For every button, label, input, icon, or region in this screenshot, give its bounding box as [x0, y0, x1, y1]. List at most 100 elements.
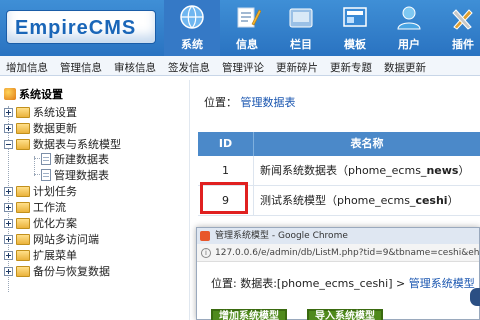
row-name-end: ）: [458, 164, 470, 177]
sidebar-item-label: 新建数据表: [54, 153, 109, 166]
info-icon[interactable]: i: [201, 248, 211, 258]
top-header: EmpireCMS 系统 信息 栏目 模板 用户 插件: [0, 0, 480, 56]
chrome-popup-window: 管理系统模型 - Google Chrome i 127.0.0.6/e/adm…: [196, 227, 480, 320]
popup-breadcrumb-link[interactable]: 管理系统模型: [409, 277, 475, 290]
empirecms-logo[interactable]: EmpireCMS: [6, 10, 156, 44]
tree-line: [34, 156, 35, 176]
sidebar-item-manage-tables[interactable]: 管理数据表: [41, 167, 109, 183]
sidebar-item-label: 备份与恢复数据: [33, 265, 110, 278]
tab-data-update[interactable]: 数据更新: [378, 56, 432, 75]
edit-icon: [237, 7, 261, 28]
popup-address-bar[interactable]: i 127.0.0.6/e/admin/db/ListM.php?tid=9&t…: [197, 244, 479, 262]
folder-icon: [16, 233, 30, 245]
expand-icon[interactable]: [4, 123, 13, 133]
nav-plugin[interactable]: 插件: [436, 0, 480, 56]
add-model-button[interactable]: 增加系统模型: [211, 309, 287, 320]
nav-label: 模板: [344, 38, 366, 51]
nav-label: 信息: [236, 38, 258, 51]
expand-icon[interactable]: [4, 218, 13, 228]
sidebar-item-multi-access[interactable]: 网站多访问端: [4, 231, 99, 247]
expand-icon[interactable]: [4, 202, 13, 212]
breadcrumb: 位置： 管理数据表: [204, 94, 296, 110]
expand-icon[interactable]: [4, 186, 13, 196]
row-name-bold: news: [426, 164, 459, 177]
sidebar-item-backup-restore[interactable]: 备份与恢复数据: [4, 263, 110, 279]
sidebar-item-label: 系统设置: [33, 106, 77, 119]
sidebar-item-extend-menu[interactable]: 扩展菜单: [4, 247, 77, 263]
favicon-icon: [200, 231, 210, 241]
tab-manage-info[interactable]: 管理信息: [54, 56, 108, 75]
expand-icon[interactable]: [4, 234, 13, 244]
nav-system[interactable]: 系统: [164, 0, 220, 56]
tab-sign-info[interactable]: 签发信息: [162, 56, 216, 75]
sidebar-tree: 系统设置 系统设置 数据更新 数据表与系统模型 新建数据表 管理数据表 计划任务…: [0, 80, 190, 320]
nav-label: 用户: [398, 38, 420, 51]
folder-icon: [16, 217, 30, 229]
popup-url: 127.0.0.6/e/admin/db/ListM.php?tid=9&tbn…: [215, 248, 479, 258]
sidebar-item-label: 管理数据表: [54, 169, 109, 182]
globe-icon: [180, 5, 204, 29]
nav-template[interactable]: 模板: [328, 0, 382, 56]
popup-titlebar[interactable]: 管理系统模型 - Google Chrome: [197, 228, 479, 244]
folder-icon: [16, 122, 30, 134]
row-name-text: 新闻系统数据表（phome_ecms_: [260, 164, 427, 177]
nav-column[interactable]: 栏目: [274, 0, 328, 56]
app-window: EmpireCMS 系统 信息 栏目 模板 用户 插件 增加信息 管理信息 审核…: [0, 0, 480, 320]
row-name[interactable]: 新闻系统数据表（phome_ecms_news）: [260, 156, 469, 186]
tab-update-fragments[interactable]: 更新碎片: [270, 56, 324, 75]
tools-icon: [452, 9, 473, 30]
tab-review-info[interactable]: 审核信息: [108, 56, 162, 75]
tab-manage-comments[interactable]: 管理评论: [216, 56, 270, 75]
row-name-bold: ceshi: [415, 194, 448, 207]
row-name-text: 测试系统模型（phome_ecms_: [260, 194, 416, 207]
import-model-button[interactable]: 导入系统模型: [307, 309, 383, 320]
breadcrumb-label: 位置：: [204, 96, 237, 109]
sidebar-item-label: 网站多访问端: [33, 233, 99, 246]
sidebar-item-optimization[interactable]: 优化方案: [4, 215, 77, 231]
quick-menu: 增加信息 管理信息 审核信息 签发信息 管理评论 更新碎片 更新专题 数据更新: [0, 56, 480, 76]
side-scroll-handle[interactable]: [470, 288, 480, 306]
expand-icon[interactable]: [4, 250, 13, 260]
sidebar-item-new-table[interactable]: 新建数据表: [41, 151, 109, 167]
folder-icon: [289, 8, 313, 28]
tab-update-topics[interactable]: 更新专题: [324, 56, 378, 75]
expand-icon[interactable]: [4, 107, 13, 117]
top-nav: 系统 信息 栏目 模板 用户 插件: [164, 0, 480, 56]
document-icon: [41, 169, 51, 181]
sidebar-item-system-settings[interactable]: 系统设置: [4, 104, 77, 120]
document-icon: [41, 153, 51, 165]
folder-icon: [16, 106, 30, 118]
sidebar-item-label: 数据表与系统模型: [33, 138, 121, 151]
sidebar-item-data-update[interactable]: 数据更新: [4, 120, 77, 136]
nav-user[interactable]: 用户: [382, 0, 436, 56]
sidebar-item-label: 工作流: [33, 201, 66, 214]
sidebar-item-workflow[interactable]: 工作流: [4, 199, 66, 215]
row-name-end: ）: [447, 194, 459, 207]
column-header-name: 表名称: [350, 137, 384, 150]
folder-icon: [16, 185, 30, 197]
template-icon: [343, 7, 367, 27]
row-name[interactable]: 测试系统模型（phome_ecms_ceshi）: [260, 186, 459, 216]
column-header-id: ID: [198, 132, 254, 156]
tab-add-info[interactable]: 增加信息: [0, 56, 54, 75]
folder-icon: [16, 265, 30, 277]
settings-icon: [4, 88, 16, 100]
sidebar-item-tables-models[interactable]: 数据表与系统模型: [4, 136, 121, 152]
nav-label: 栏目: [290, 38, 312, 51]
tree-root[interactable]: 系统设置: [4, 86, 63, 102]
nav-info[interactable]: 信息: [220, 0, 274, 56]
breadcrumb-link[interactable]: 管理数据表: [241, 96, 296, 109]
sidebar-item-label: 数据更新: [33, 122, 77, 135]
nav-label: 系统: [181, 38, 203, 51]
popup-title: 管理系统模型 - Google Chrome: [215, 231, 348, 241]
folder-icon: [16, 249, 30, 261]
folder-icon: [16, 201, 30, 213]
collapse-icon[interactable]: [4, 139, 13, 149]
popup-breadcrumb-text: 位置: 数据表:[phome_ecms_ceshi] >: [211, 277, 409, 290]
expand-icon[interactable]: [4, 266, 13, 276]
highlight-box: [200, 182, 248, 214]
sidebar-item-label: 扩展菜单: [33, 249, 77, 262]
table-header: ID 表名称: [198, 132, 480, 156]
tree-root-label: 系统设置: [19, 88, 63, 101]
sidebar-item-scheduled-tasks[interactable]: 计划任务: [4, 183, 77, 199]
